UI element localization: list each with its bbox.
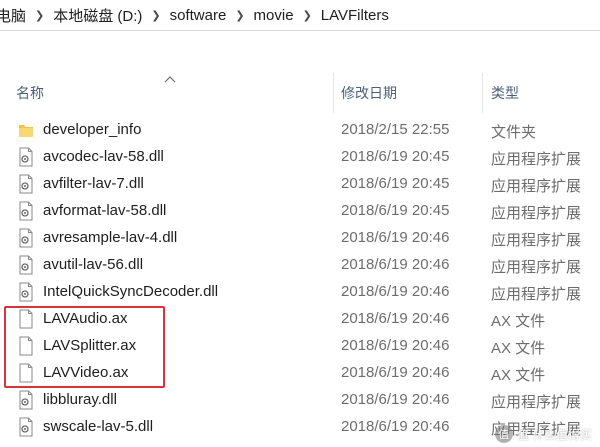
breadcrumb: 电脑 ❯ 本地磁盘 (D:) ❯ software ❯ movie ❯ LAVF… [0,0,600,31]
file-date: 2018/6/19 20:46 [341,310,450,327]
column-divider[interactable] [482,73,483,113]
file-name: avfilter-lav-7.dll [43,175,144,192]
highlight-annotation-box [4,306,165,388]
file-name: swscale-lav-5.dll [43,418,154,435]
file-type: 应用程序扩展 [491,151,582,168]
file-name: avcodec-lav-58.dll [43,148,164,165]
column-divider[interactable] [333,73,334,113]
breadcrumb-item-software[interactable]: ❯ software [142,7,226,24]
chevron-right-icon[interactable]: ❯ [35,9,44,22]
column-header-date-modified[interactable]: 修改日期 [341,73,397,113]
dll-file-icon [19,228,33,248]
breadcrumb-item-this-pc[interactable]: 电脑 [0,5,26,26]
file-date: 2018/6/19 20:46 [341,391,450,408]
dll-file-icon [19,282,33,302]
file-type: 应用程序扩展 [491,232,582,249]
file-name: avresample-lav-4.dll [43,229,178,246]
file-date: 2018/6/19 20:45 [341,175,450,192]
file-name: libbluray.dll [43,391,117,408]
file-name: IntelQuickSyncDecoder.dll [43,283,219,300]
file-name: avformat-lav-58.dll [43,202,167,219]
breadcrumb-item-movie[interactable]: ❯ movie [226,7,293,24]
file-date: 2018/6/19 20:46 [341,337,450,354]
chevron-right-icon[interactable]: ❯ [235,9,244,22]
column-header-type[interactable]: 类型 [491,73,519,113]
file-type: 应用程序扩展 [491,259,582,276]
file-name: developer_info [43,121,142,138]
file-type: 应用程序扩展 [491,286,582,303]
file-row[interactable]: avfilter-lav-7.dll 2018/6/19 20:45 应用程序扩… [0,171,600,198]
file-row[interactable]: avformat-lav-58.dll 2018/6/19 20:45 应用程序… [0,198,600,225]
file-type: 应用程序扩展 [491,178,582,195]
file-date: 2018/6/19 20:45 [341,202,450,219]
breadcrumb-item-local-disk-d[interactable]: ❯ 本地磁盘 (D:) [26,5,142,26]
file-row[interactable]: IntelQuickSyncDecoder.dll 2018/6/19 20:4… [0,279,600,306]
chevron-right-icon[interactable]: ❯ [151,9,160,22]
watermark: 值 值 什么值得买 [494,425,592,443]
file-list: developer_info 2018/2/15 22:55 文件夹 avcod… [0,117,600,441]
file-row[interactable]: developer_info 2018/2/15 22:55 文件夹 [0,117,600,144]
file-type: 文件夹 [491,124,537,141]
watermark-text: 值 什么值得买 [516,427,592,442]
column-header-name[interactable]: 名称 [16,73,44,113]
file-date: 2018/6/19 20:45 [341,148,450,165]
chevron-right-icon[interactable]: ❯ [303,9,312,22]
file-type: AX 文件 [491,340,546,357]
file-date: 2018/2/15 22:55 [341,121,450,138]
file-row[interactable]: libbluray.dll 2018/6/19 20:46 应用程序扩展 [0,387,600,414]
breadcrumb-item-lavfilters[interactable]: ❯ LAVFilters [294,7,389,24]
dll-file-icon [19,390,33,410]
file-row[interactable]: avcodec-lav-58.dll 2018/6/19 20:45 应用程序扩… [0,144,600,171]
folder-icon [19,125,33,137]
dll-file-icon [19,174,33,194]
dll-file-icon [19,417,33,437]
watermark-badge-icon: 值 [494,425,513,443]
file-date: 2018/6/19 20:46 [341,364,450,381]
file-date: 2018/6/19 20:46 [341,418,450,435]
file-date: 2018/6/19 20:46 [341,283,450,300]
file-type: 应用程序扩展 [491,394,582,411]
file-name: avutil-lav-56.dll [43,256,144,273]
file-row[interactable]: avresample-lav-4.dll 2018/6/19 20:46 应用程… [0,225,600,252]
file-row[interactable]: avutil-lav-56.dll 2018/6/19 20:46 应用程序扩展 [0,252,600,279]
file-type: AX 文件 [491,313,546,330]
file-type: AX 文件 [491,367,546,384]
dll-file-icon [19,255,33,275]
dll-file-icon [19,147,33,167]
file-date: 2018/6/19 20:46 [341,256,450,273]
file-type: 应用程序扩展 [491,205,582,222]
dll-file-icon [19,201,33,221]
file-date: 2018/6/19 20:46 [341,229,450,246]
column-header-row: 名称 修改日期 类型 [0,73,600,113]
